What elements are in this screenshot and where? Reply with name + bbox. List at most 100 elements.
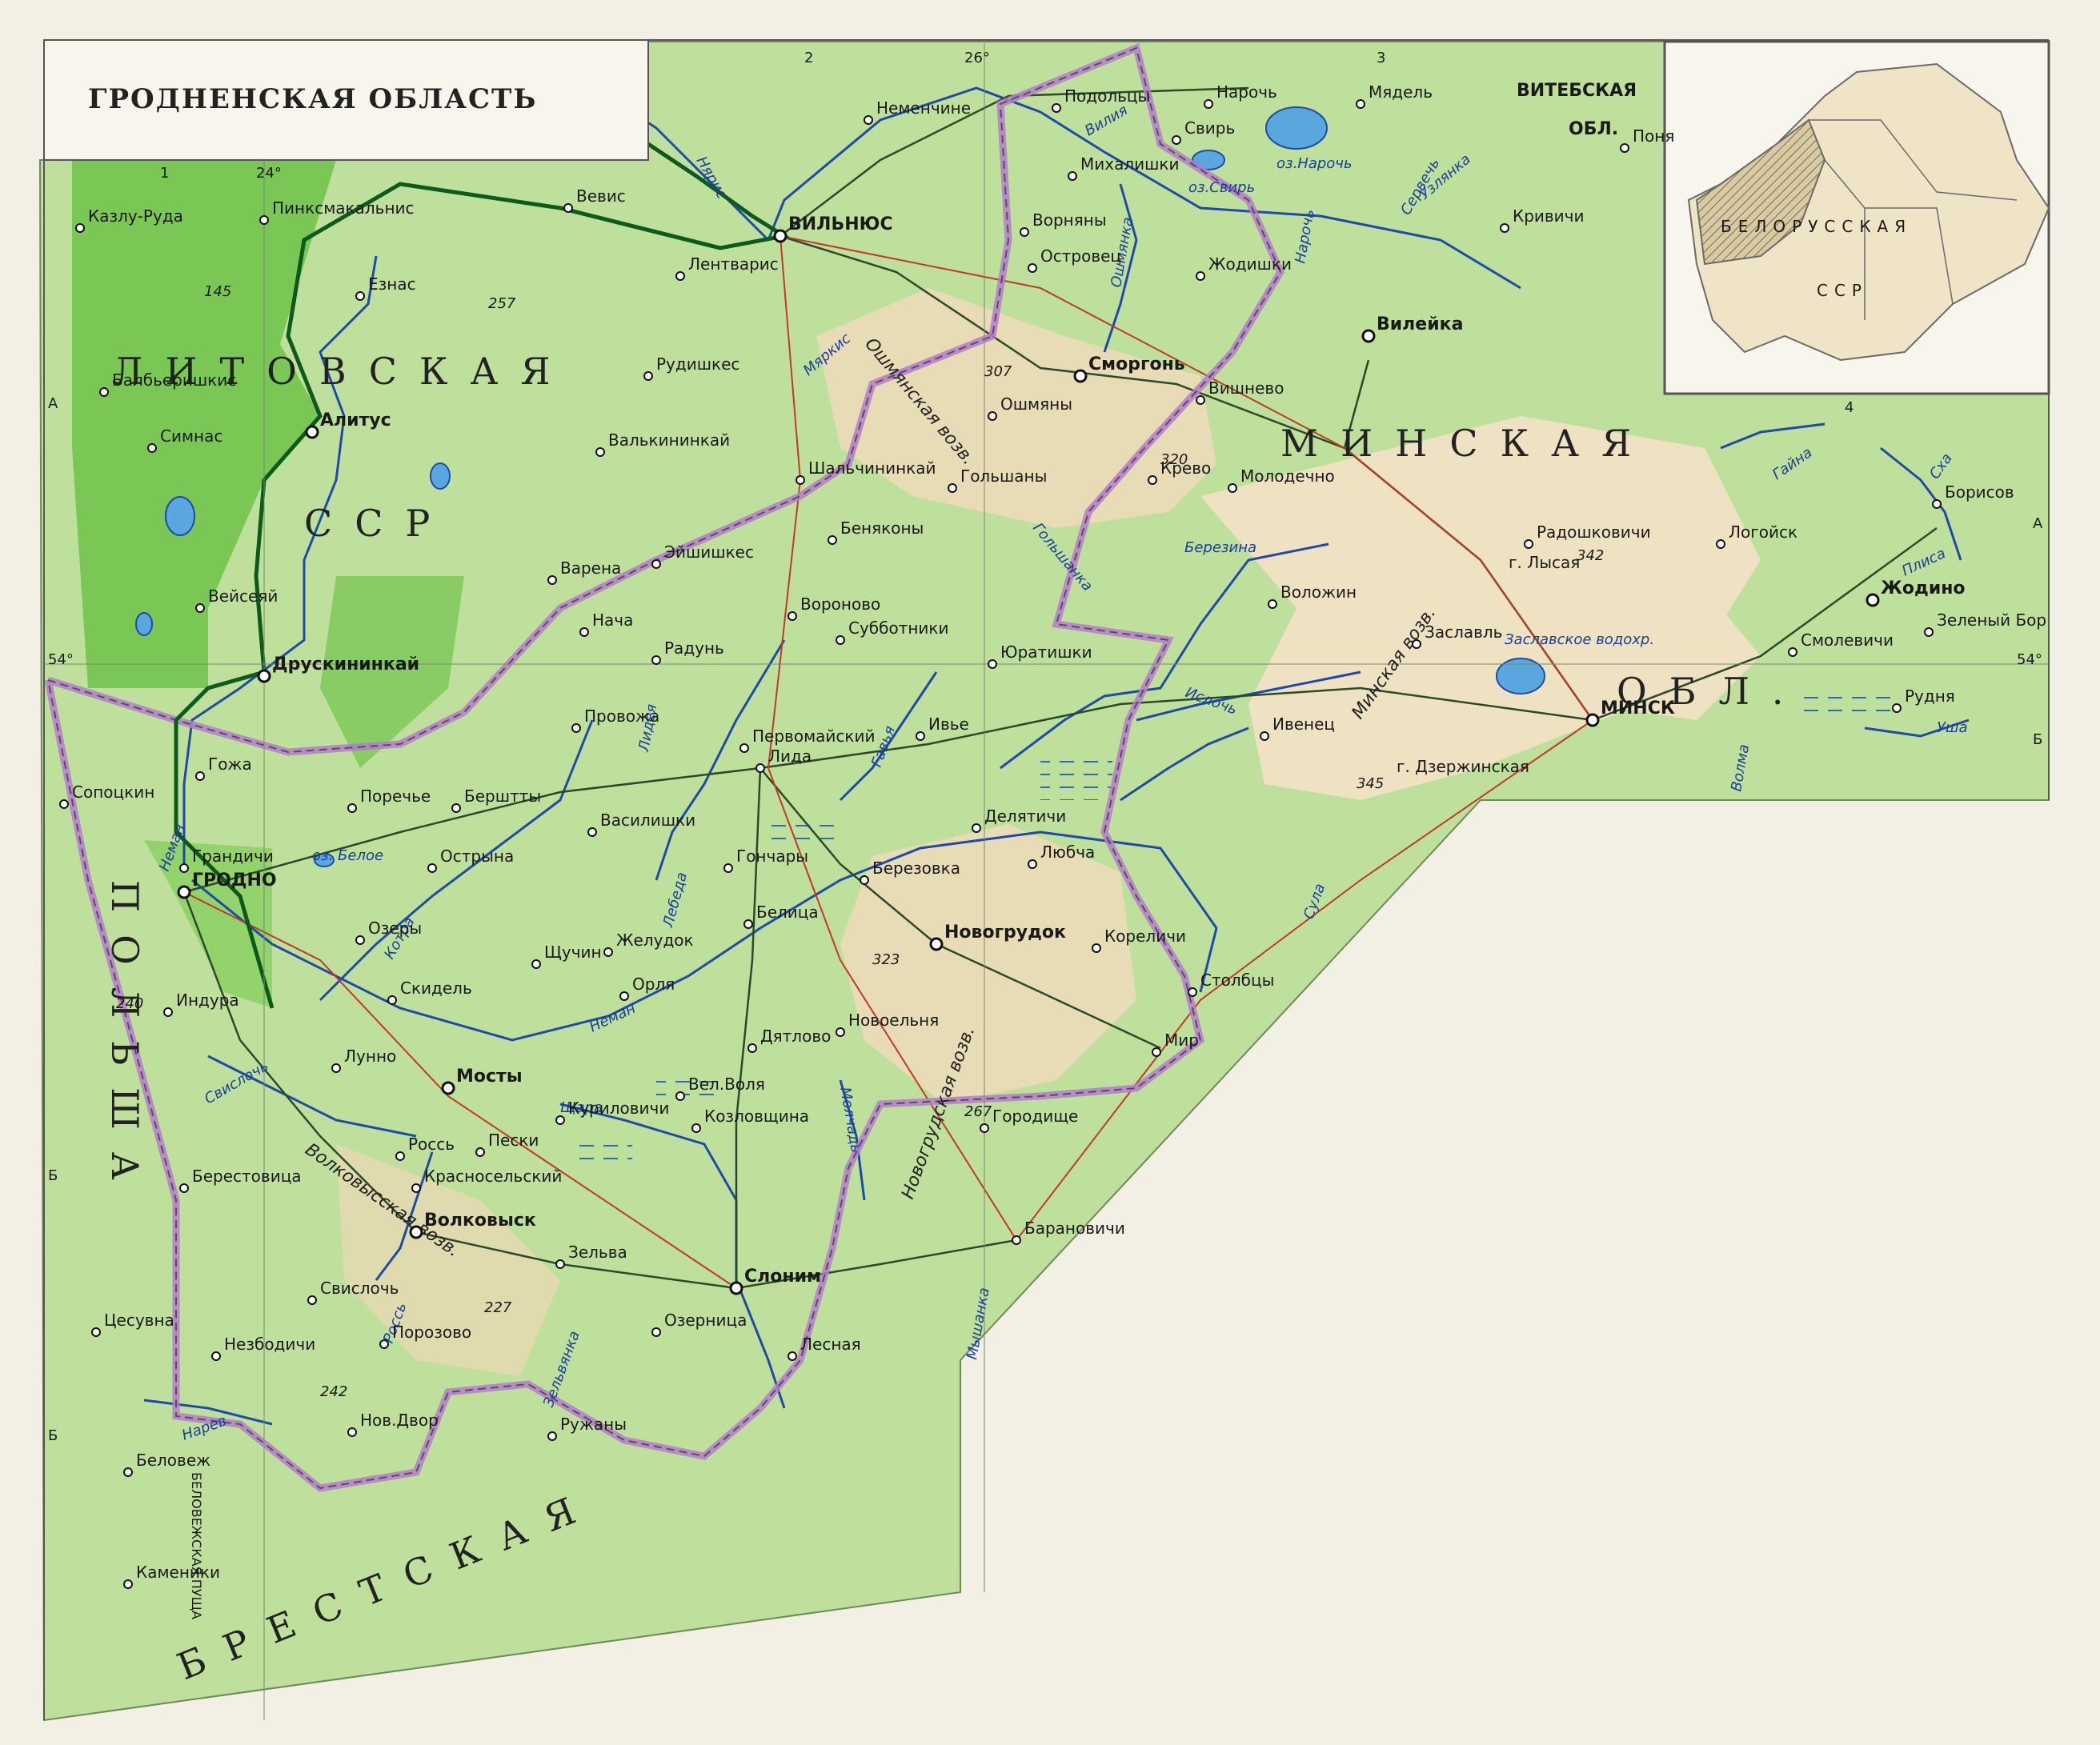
city-marker xyxy=(988,659,997,669)
city-marker xyxy=(195,603,205,613)
city-marker xyxy=(409,1225,423,1239)
city-label: Дятлово xyxy=(760,1027,831,1046)
city-label: Нарочь xyxy=(1216,82,1277,102)
city-label: Ошмяны xyxy=(1000,394,1072,414)
city-label: Вишнево xyxy=(1208,378,1284,398)
city-marker xyxy=(147,443,157,453)
region-vitebsk: ВИТЕБСКАЯ xyxy=(1517,81,1637,101)
city-label: МИНСК xyxy=(1601,698,1675,718)
city-label: Кореличи xyxy=(1104,927,1186,946)
grid-right-B: Б xyxy=(2033,731,2042,748)
city-marker xyxy=(739,743,749,753)
city-marker xyxy=(1196,395,1205,405)
city-label: Радунь xyxy=(664,638,724,658)
city-marker xyxy=(411,1183,421,1193)
city-marker xyxy=(864,115,873,125)
city-marker xyxy=(1188,987,1197,997)
city-marker xyxy=(729,1281,743,1295)
city-marker xyxy=(1028,263,1037,273)
city-label: Вел.Воля xyxy=(688,1075,765,1094)
city-label: Городище xyxy=(992,1107,1078,1126)
city-label: Нача xyxy=(592,610,633,630)
city-label: Жодино xyxy=(1881,578,1966,598)
grid-left-B2: Б xyxy=(48,1427,58,1444)
city-marker xyxy=(571,723,581,733)
city-label: Делятичи xyxy=(984,806,1066,826)
city-marker xyxy=(355,291,365,301)
city-marker xyxy=(788,1351,797,1361)
inset-label-bottom: ССР xyxy=(1817,281,1868,300)
city-marker xyxy=(675,1091,685,1101)
city-marker xyxy=(379,1339,389,1349)
city-label: Берестовица xyxy=(192,1167,302,1186)
city-marker xyxy=(1020,227,1029,237)
city-label: Балбьеришкис xyxy=(112,370,236,390)
elev-242: 242 xyxy=(320,1383,347,1400)
grid-cell-24: 24° xyxy=(256,165,282,182)
city-label: Волковыск xyxy=(424,1211,536,1231)
city-label: Любча xyxy=(1040,842,1095,862)
city-marker xyxy=(1356,99,1365,109)
city-label: Эйшишкес xyxy=(664,542,754,562)
marsh-5 xyxy=(576,1136,632,1168)
city-label: Шальчининкай xyxy=(808,458,936,478)
upland-dzerzh: г. Дзержинская xyxy=(1397,757,1529,776)
city-label: Валькининкай xyxy=(608,430,730,450)
city-label: Беняконы xyxy=(840,518,924,538)
city-label: Вевис xyxy=(576,186,626,206)
city-marker xyxy=(179,863,189,873)
city-marker xyxy=(441,1081,455,1095)
city-label: Белица xyxy=(756,903,819,922)
city-marker xyxy=(755,763,765,773)
city-label: Свислочь xyxy=(320,1279,399,1298)
city-marker xyxy=(1148,475,1157,485)
city-label: Столбцы xyxy=(1200,971,1274,990)
city-label: Молодечно xyxy=(1240,466,1335,486)
city-label: Гольшаны xyxy=(960,466,1047,486)
city-marker xyxy=(743,919,753,929)
city-marker xyxy=(948,483,957,493)
city-marker xyxy=(651,1327,661,1337)
upland-zaslav-res: Заславское водохр. xyxy=(1505,631,1654,648)
city-marker xyxy=(651,655,661,665)
city-marker xyxy=(1500,223,1509,233)
city-label: Орля xyxy=(632,975,675,994)
city-label: Смолевичи xyxy=(1801,630,1894,650)
elev-257: 257 xyxy=(488,295,516,312)
elev-307: 307 xyxy=(984,363,1012,380)
elev-227: 227 xyxy=(484,1299,512,1316)
city-marker xyxy=(547,1431,557,1441)
marsh-2 xyxy=(1040,752,1112,800)
city-marker xyxy=(355,935,365,945)
lake-lt-1 xyxy=(165,496,195,536)
city-marker xyxy=(916,731,925,741)
city-marker xyxy=(1524,539,1533,549)
lake-lt-3 xyxy=(135,612,153,636)
city-label: Березовка xyxy=(872,858,960,878)
city-marker xyxy=(788,611,797,621)
city-label: Острына xyxy=(440,846,514,866)
city-marker xyxy=(860,875,869,885)
city-label: Новоельня xyxy=(848,1011,939,1030)
city-marker xyxy=(177,885,191,899)
city-marker xyxy=(1788,647,1797,657)
city-marker xyxy=(75,223,85,233)
city-label: Гожа xyxy=(208,754,252,774)
city-label: Берштты xyxy=(464,786,541,806)
city-label: Слоним xyxy=(744,1267,821,1287)
city-label: Михалишки xyxy=(1080,154,1180,174)
city-marker xyxy=(651,559,661,569)
city-label: Свирь xyxy=(1184,118,1235,138)
city-label: Воложин xyxy=(1280,582,1357,602)
city-marker xyxy=(1012,1235,1021,1245)
city-label: Индура xyxy=(176,991,239,1010)
city-marker xyxy=(1268,599,1277,609)
city-marker xyxy=(555,1259,565,1269)
city-label: Ивенец xyxy=(1272,714,1335,734)
city-label: Незбодичи xyxy=(224,1335,315,1354)
city-marker xyxy=(1052,103,1061,113)
city-marker xyxy=(603,947,613,957)
city-marker xyxy=(579,627,589,637)
elev-345: 345 xyxy=(1357,775,1384,792)
city-label: Барановичи xyxy=(1024,1219,1125,1238)
